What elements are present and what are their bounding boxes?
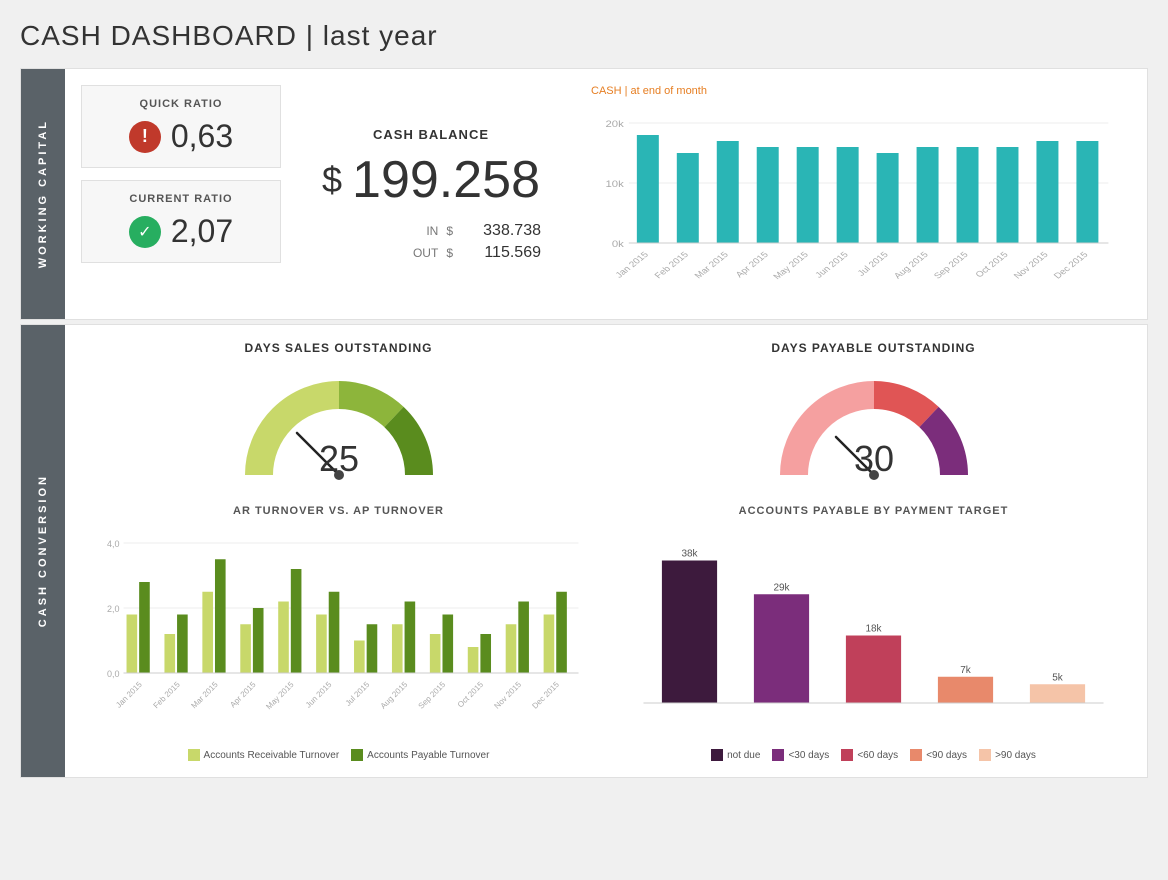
- charts-row: AR TURNOVER VS. AP TURNOVER 0,0 2,0 4,0 Jan…: [81, 505, 1131, 761]
- cash-balance-panel: CASH BALANCE $ 199.258 IN $ 338.738 OUT …: [301, 85, 561, 303]
- dso-panel: DAYS SALES OUTSTANDING: [81, 341, 596, 495]
- svg-text:30: 30: [853, 438, 893, 479]
- ratios-panel: QUICK RATIO ! 0,63 CURRENT RATIO ✓ 2,07: [81, 85, 281, 303]
- dpo-gauge: 30: [764, 365, 984, 495]
- working-capital-sidebar: WORKING CAPITAL: [21, 69, 65, 319]
- payable-legend-item: not due: [711, 749, 760, 761]
- svg-text:Feb 2015: Feb 2015: [652, 250, 690, 280]
- svg-text:Dec 2015: Dec 2015: [530, 680, 561, 711]
- page-title: CASH DASHBOARD | last year: [20, 20, 1148, 52]
- current-ratio-title: CURRENT RATIO: [98, 193, 264, 205]
- current-ratio-card: CURRENT RATIO ✓ 2,07: [81, 180, 281, 263]
- svg-text:Aug 2015: Aug 2015: [892, 250, 930, 280]
- svg-text:0,0: 0,0: [107, 669, 120, 679]
- svg-text:7k: 7k: [960, 665, 972, 676]
- turnover-legend: Accounts Receivable Turnover Accounts Pa…: [81, 749, 596, 761]
- cash-balance-main: $ 199.258: [322, 150, 540, 210]
- dso-gauge: 25: [229, 365, 449, 495]
- svg-text:Oct 2015: Oct 2015: [973, 250, 1010, 279]
- cash-bar-chart: 0k 10k 20k Jan 2015Feb 2015Mar 2015Apr 2015…: [591, 103, 1121, 303]
- cash-chart-title: CASH | at end of month: [591, 85, 1121, 97]
- cash-conversion-label: CASH CONVERSION: [37, 474, 49, 627]
- cash-conversion-sidebar: CASH CONVERSION: [21, 325, 65, 777]
- svg-text:0k: 0k: [612, 240, 625, 250]
- svg-text:Jan 2015: Jan 2015: [114, 680, 144, 710]
- cash-balance-value: 199.258: [352, 150, 540, 210]
- payable-legend-item: <30 days: [772, 749, 829, 761]
- payable-legend: not due <30 days <60 days <90 days >90 d…: [616, 749, 1131, 761]
- svg-text:Apr 2015: Apr 2015: [228, 680, 258, 710]
- svg-text:Jul 2015: Jul 2015: [855, 250, 890, 278]
- svg-text:29k: 29k: [773, 582, 790, 593]
- current-ratio-value: 2,07: [171, 213, 233, 250]
- svg-text:May 2015: May 2015: [264, 680, 296, 712]
- in-label: IN: [408, 224, 438, 238]
- svg-text:38k: 38k: [681, 549, 698, 560]
- dollar-sign: $: [322, 159, 342, 201]
- svg-text:10k: 10k: [606, 180, 625, 190]
- cash-conversion-content: DAYS SALES OUTSTANDING: [65, 325, 1147, 777]
- svg-text:2,0: 2,0: [107, 604, 120, 614]
- gauges-row: DAYS SALES OUTSTANDING: [81, 341, 1131, 495]
- payable-legend-item: <90 days: [910, 749, 967, 761]
- payable-legend-item: >90 days: [979, 749, 1036, 761]
- cash-out-row: OUT $ 115.569: [321, 244, 541, 262]
- check-icon: ✓: [129, 216, 161, 248]
- svg-text:Apr 2015: Apr 2015: [734, 250, 771, 279]
- cash-balance-title: CASH BALANCE: [373, 127, 489, 142]
- svg-text:Sep 2015: Sep 2015: [417, 680, 448, 711]
- out-value: 115.569: [461, 244, 541, 262]
- cash-chart-panel: CASH | at end of month 0k 10k 20k Jan 2015F…: [581, 85, 1131, 303]
- svg-text:4,0: 4,0: [107, 539, 120, 549]
- quick-ratio-card: QUICK RATIO ! 0,63: [81, 85, 281, 168]
- cash-balance-sub: IN $ 338.738 OUT $ 115.569: [321, 222, 541, 262]
- svg-text:Feb 2015: Feb 2015: [152, 680, 183, 711]
- payable-legend-item: <60 days: [841, 749, 898, 761]
- legend-ar: Accounts Receivable Turnover: [188, 749, 340, 761]
- turnover-panel: AR TURNOVER VS. AP TURNOVER 0,0 2,0 4,0 Jan…: [81, 505, 596, 761]
- turnover-chart: 0,0 2,0 4,0 Jan 2015 Feb 2015Mar 2015 Apr 201…: [81, 523, 596, 743]
- svg-text:18k: 18k: [865, 624, 882, 635]
- svg-text:Jul 2015: Jul 2015: [344, 680, 372, 708]
- svg-text:Jun 2015: Jun 2015: [304, 680, 334, 710]
- cash-in-row: IN $ 338.738: [321, 222, 541, 240]
- dpo-title: DAYS PAYABLE OUTSTANDING: [771, 341, 975, 355]
- legend-ap: Accounts Payable Turnover: [351, 749, 489, 761]
- svg-text:Aug 2015: Aug 2015: [379, 680, 410, 711]
- svg-text:May 2015: May 2015: [771, 250, 810, 281]
- quick-ratio-title: QUICK RATIO: [98, 98, 264, 110]
- svg-text:Mar 2015: Mar 2015: [692, 250, 730, 280]
- quick-ratio-value: 0,63: [171, 118, 233, 155]
- alert-icon: !: [129, 121, 161, 153]
- payable-chart: 38k 29k 18k 7k 5k: [616, 523, 1131, 743]
- svg-text:Dec 2015: Dec 2015: [1052, 250, 1090, 280]
- dso-title: DAYS SALES OUTSTANDING: [244, 341, 432, 355]
- svg-text:25: 25: [318, 438, 358, 479]
- turnover-title: AR TURNOVER VS. AP TURNOVER: [81, 505, 596, 517]
- svg-text:Nov 2015: Nov 2015: [492, 680, 523, 711]
- payable-panel: ACCOUNTS PAYABLE BY PAYMENT TARGET 38k 29…: [616, 505, 1131, 761]
- svg-text:Oct 2015: Oct 2015: [456, 680, 486, 710]
- svg-text:Mar 2015: Mar 2015: [189, 680, 220, 711]
- svg-text:Jan 2015: Jan 2015: [613, 250, 650, 279]
- svg-text:Sep 2015: Sep 2015: [932, 250, 970, 280]
- out-label: OUT: [408, 246, 438, 260]
- svg-text:Jun 2015: Jun 2015: [813, 250, 850, 279]
- svg-text:5k: 5k: [1052, 672, 1064, 683]
- payable-title: ACCOUNTS PAYABLE BY PAYMENT TARGET: [616, 505, 1131, 517]
- svg-text:Nov 2015: Nov 2015: [1012, 250, 1050, 280]
- svg-text:20k: 20k: [606, 120, 625, 130]
- in-value: 338.738: [461, 222, 541, 240]
- dpo-panel: DAYS PAYABLE OUTSTANDING: [616, 341, 1131, 495]
